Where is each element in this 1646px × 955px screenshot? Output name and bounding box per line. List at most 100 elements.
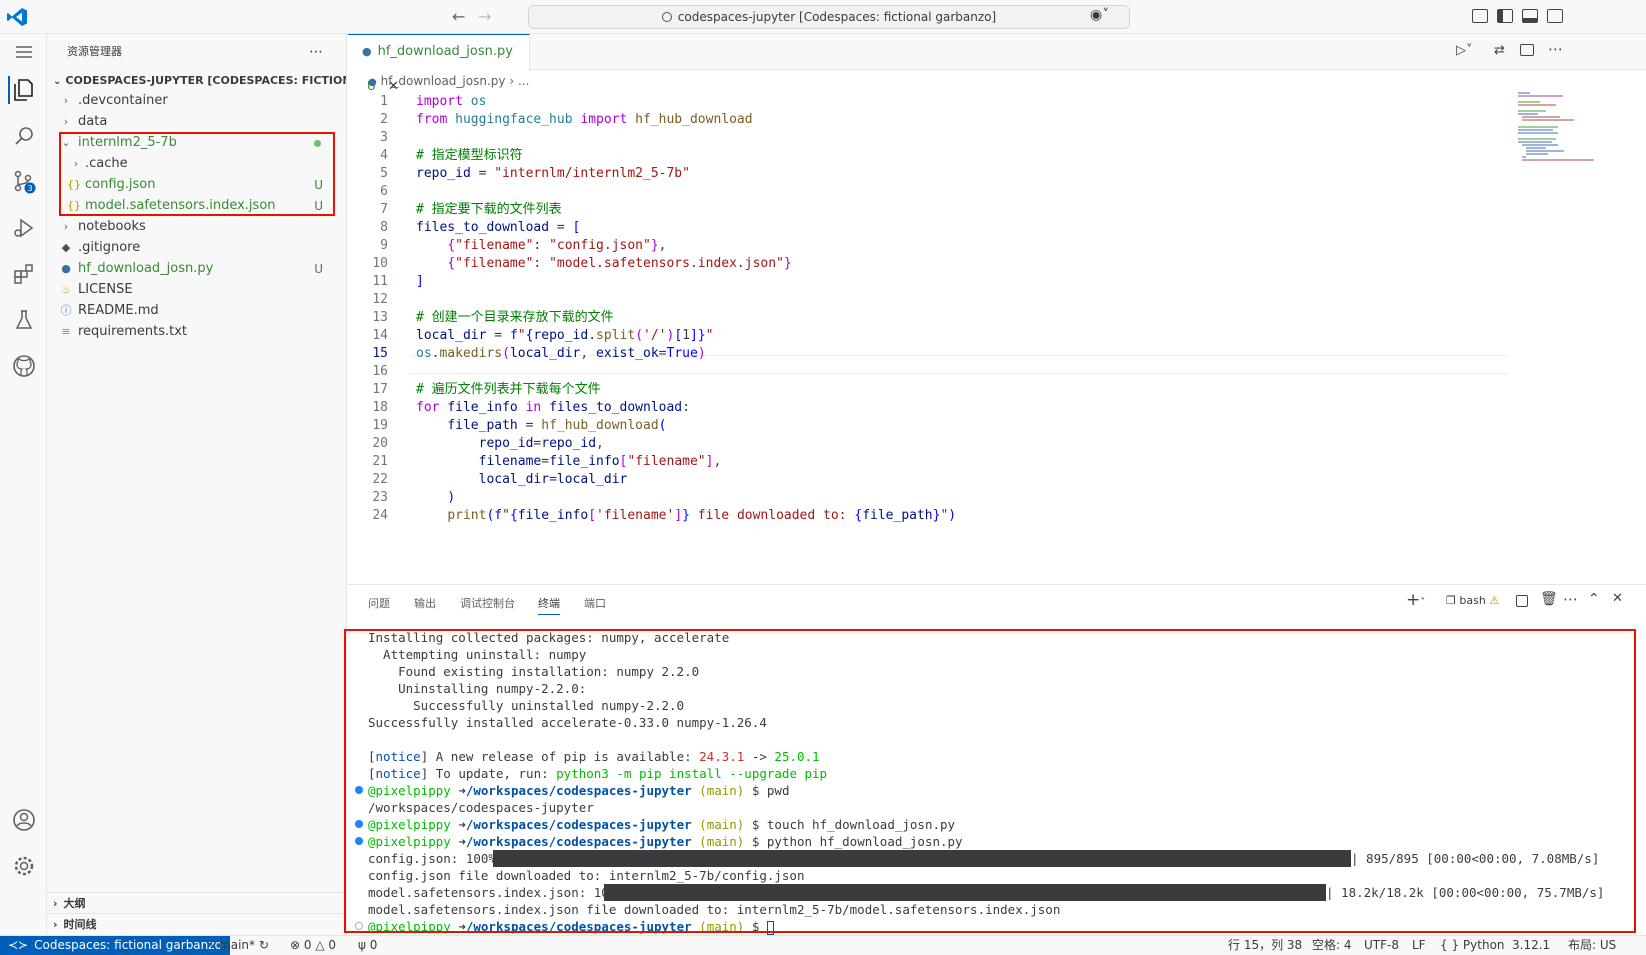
tree-item-internlm[interactable]: ⌄ internlm2_5-7b <box>47 132 347 154</box>
title-bar: ← → codespaces-jupyter [Codespaces: fict… <box>0 0 1646 34</box>
forward-arrow-icon[interactable]: → <box>478 7 491 26</box>
tab-terminal[interactable]: 终端 <box>538 595 560 615</box>
run-python-icon[interactable]: ▷˅ <box>1456 43 1473 58</box>
language-mode[interactable]: { } Python <box>1440 936 1505 955</box>
keyboard-layout[interactable]: 布局: US <box>1568 936 1616 955</box>
command-decoration-icon[interactable] <box>355 786 363 794</box>
cursor-position[interactable]: 行 15，列 38 <box>1228 936 1302 955</box>
tree-item-config-json[interactable]: {} config.json U <box>47 174 347 196</box>
progress-stats: | 895/895 [00:00<00:00, 7.08MB/s] <box>1351 851 1600 866</box>
encoding[interactable]: UTF-8 <box>1364 936 1399 955</box>
customize-layout-icon[interactable] <box>1472 9 1488 23</box>
tab-problems[interactable]: 问题 <box>368 595 390 611</box>
terminal[interactable]: Installing collected packages: numpy, ac… <box>348 629 1638 935</box>
problems-indicator[interactable]: ⊗ 0 △ 0 <box>290 936 336 955</box>
more-actions-icon[interactable]: ⋯ <box>1548 40 1563 58</box>
extensions-icon[interactable] <box>10 260 38 288</box>
toggle-panel-icon[interactable] <box>1522 9 1538 23</box>
code-line: 23 ) <box>372 490 456 505</box>
terminal-line: [notice] A new release of pip is availab… <box>368 749 820 764</box>
chevron-right-icon: › <box>509 74 515 88</box>
prompt-arrow: ➜ <box>450 834 466 849</box>
tab-ports[interactable]: 端口 <box>584 595 606 611</box>
chevron-right-icon: › <box>53 897 58 910</box>
chevron-right-icon: › <box>73 157 79 170</box>
code-line: 8 files_to_download = [ <box>380 220 581 235</box>
code-line: 2 from huggingface_hub import hf_hub_down… <box>380 112 753 127</box>
command-center[interactable]: codespaces-jupyter [Codespaces: fictiona… <box>528 5 1130 29</box>
terminal-cursor <box>766 920 774 935</box>
copilot-icon[interactable]: ◉˅ <box>1090 7 1109 23</box>
error-icon: ⊗ <box>290 938 301 952</box>
tree-item-requirements[interactable]: ≡ requirements.txt <box>47 321 347 343</box>
ports-indicator[interactable]: ψ 0 <box>358 936 377 955</box>
end-of-line[interactable]: LF <box>1412 936 1426 955</box>
github-icon[interactable] <box>10 352 38 380</box>
branch-indicator[interactable]: ᛉ main* ↻ <box>208 936 269 955</box>
prompt-user: @pixelpippy <box>368 817 451 832</box>
terminal-shell-selector[interactable]: ❐ bash ⚠ <box>1446 594 1499 607</box>
chevron-right-icon: › <box>63 220 69 233</box>
toggle-primary-sidebar-icon[interactable] <box>1497 9 1513 23</box>
close-panel-icon[interactable]: ✕ <box>1612 591 1623 606</box>
timeline-section[interactable]: › 时间线 <box>47 913 347 935</box>
indentation[interactable]: 空格: 4 <box>1312 936 1352 955</box>
back-arrow-icon[interactable]: ← <box>452 7 465 26</box>
outline-section[interactable]: › 大纲 <box>47 892 347 914</box>
code-line: 7 # 指定要下载的文件列表 <box>380 202 562 217</box>
tree-item-data[interactable]: › data <box>47 111 347 133</box>
new-version: 25.0.1 <box>774 749 820 764</box>
open-changes-icon[interactable]: ⇄ <box>1494 43 1505 58</box>
tree-item-hf-download[interactable]: ● hf_download_josn.py U <box>47 258 347 280</box>
tree-item-model-index-json[interactable]: {} model.safetensors.index.json U <box>47 195 347 217</box>
workspace-header[interactable]: ⌄CODESPACES-JUPYTER [CODESPACES: FICTION… <box>47 70 346 92</box>
source-control-icon[interactable]: 3 <box>10 168 38 196</box>
maximize-panel-icon[interactable]: ⌃ <box>1588 591 1600 607</box>
code-editor[interactable]: 1 import os 2 from huggingface_hub import … <box>348 92 1518 552</box>
command-decoration-icon[interactable] <box>355 820 363 828</box>
breadcrumb-symbol[interactable]: ... <box>518 74 529 88</box>
explorer-icon[interactable] <box>8 76 36 104</box>
tab-hf-download[interactable]: ● hf_download_josn.py U ✕ <box>348 34 530 94</box>
tab-debug-console[interactable]: 调试控制台 <box>460 595 515 611</box>
search-icon[interactable] <box>10 122 38 150</box>
bottom-panel: 问题 输出 调试控制台 终端 端口 +˅ ❐ bash ⚠ 🗑 ⋯ ⌃ ✕ In… <box>344 584 1646 935</box>
run-debug-icon[interactable] <box>10 214 38 242</box>
braces-icon: { } <box>1440 938 1460 952</box>
modified-dot-icon <box>314 140 321 147</box>
testing-icon[interactable] <box>10 306 38 334</box>
account-icon[interactable] <box>10 806 38 834</box>
code-line: 12 <box>372 292 388 307</box>
tree-item-readme[interactable]: ⓘ README.md <box>47 300 347 322</box>
split-terminal-icon[interactable] <box>1516 595 1528 607</box>
tab-output[interactable]: 输出 <box>414 595 436 611</box>
tree-item-label: internlm2_5-7b <box>78 135 177 150</box>
prompt-command: $ touch hf_download_josn.py <box>744 817 956 832</box>
minimap[interactable] <box>1518 92 1628 552</box>
terminal-prompt: @pixelpippy ➜/workspaces/codespaces-jupy… <box>368 833 963 850</box>
menu-icon[interactable] <box>10 38 38 66</box>
tree-item-devcontainer[interactable]: › .devcontainer <box>47 90 347 112</box>
new-terminal-icon[interactable]: +˅ <box>1406 590 1425 610</box>
command-decoration-icon[interactable] <box>355 922 363 930</box>
tree-item-gitignore[interactable]: ◆ .gitignore <box>47 237 347 259</box>
breadcrumb-file[interactable]: hf_download_josn.py <box>381 74 506 88</box>
tree-item-license[interactable]: ♨ LICENSE <box>47 279 347 301</box>
more-actions-icon[interactable]: ⋯ <box>1563 590 1578 608</box>
prompt-branch: (main) <box>699 919 745 934</box>
remote-indicator[interactable]: ≺≻ Codespaces: fictional garbanzo <box>0 936 230 955</box>
toggle-secondary-sidebar-icon[interactable] <box>1547 9 1563 23</box>
trash-icon[interactable]: 🗑 <box>1540 591 1558 607</box>
command-decoration-icon[interactable] <box>355 837 363 845</box>
outline-label: 大纲 <box>63 897 86 910</box>
split-editor-icon[interactable] <box>1520 44 1534 56</box>
tree-item-label: .devcontainer <box>78 93 168 108</box>
tree-item-cache[interactable]: › .cache <box>47 153 347 175</box>
more-actions-icon[interactable]: ⋯ <box>309 34 324 70</box>
python-version[interactable]: 3.12.1 <box>1512 936 1550 955</box>
errors-count: 0 <box>303 938 312 952</box>
tree-item-label: README.md <box>78 303 159 318</box>
tree-item-label: data <box>78 114 108 129</box>
settings-gear-icon[interactable] <box>10 852 38 880</box>
tree-item-notebooks[interactable]: › notebooks <box>47 216 347 238</box>
